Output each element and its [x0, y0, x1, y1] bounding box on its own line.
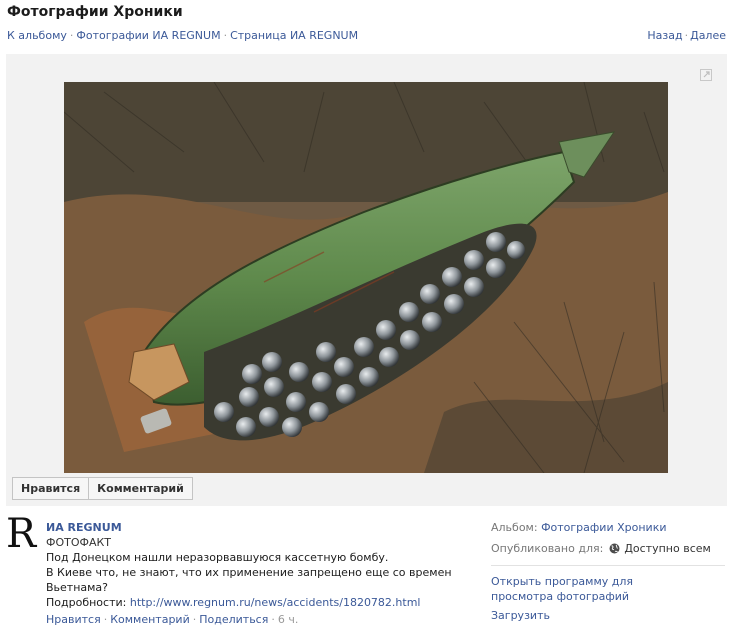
post-share-link[interactable]: Поделиться	[199, 613, 268, 626]
like-button[interactable]: Нравится	[12, 477, 90, 500]
expand-icon[interactable]	[700, 69, 712, 81]
globe-icon	[609, 543, 620, 554]
open-viewer-link[interactable]: Открыть программу для просмотра фотограф…	[491, 574, 691, 604]
action-separator: ·	[271, 613, 275, 626]
post-text-line: Под Донецком нашли неразорвавшуюся кассе…	[46, 551, 389, 564]
privacy-row: Опубликовано для: Доступно всем	[491, 541, 727, 562]
album-row: Альбом: Фотографии Хроники	[491, 520, 727, 541]
comment-button[interactable]: Комментарий	[89, 477, 193, 500]
avatar[interactable]: R	[6, 514, 38, 554]
breadcrumb-page-link[interactable]: Страница ИА REGNUM	[230, 29, 358, 42]
details-label: Подробности:	[46, 596, 127, 609]
photo-sidebar: Альбом: Фотографии Хроники Опубликовано …	[491, 520, 727, 623]
photo-pager: Назад · Далее	[647, 29, 726, 42]
post-like-link[interactable]: Нравится	[46, 613, 101, 626]
action-separator: ·	[192, 613, 197, 626]
photo-stage	[6, 54, 727, 506]
next-link[interactable]: Далее	[690, 29, 726, 42]
album-label: Альбом:	[491, 521, 538, 534]
breadcrumb-separator: ·	[223, 29, 228, 42]
privacy-value[interactable]: Доступно всем	[624, 542, 711, 555]
breadcrumb: К альбому · Фотографии ИА REGNUM · Страница …	[7, 29, 358, 42]
post-actions: Нравится · Комментарий · Поделиться · 6 ч.	[46, 612, 466, 627]
post-body: ИА REGNUM ФОТОФАКТ Под Донецком нашли не…	[46, 520, 466, 627]
breadcrumb-photos-link[interactable]: Фотографии ИА REGNUM	[76, 29, 220, 42]
action-separator: ·	[103, 613, 108, 626]
photo-image[interactable]	[64, 82, 668, 473]
pager-separator: ·	[684, 29, 689, 42]
breadcrumb-album-link[interactable]: К альбому	[7, 29, 67, 42]
back-link[interactable]: Назад	[647, 29, 682, 42]
post-tag: ФОТОФАКТ	[46, 536, 112, 549]
details-link[interactable]: http://www.regnum.ru/news/accidents/1820…	[130, 596, 421, 609]
post-timestamp[interactable]: 6 ч.	[278, 613, 299, 626]
privacy-label: Опубликовано для:	[491, 542, 604, 555]
photo-actions: Нравится Комментарий	[12, 477, 193, 500]
album-link[interactable]: Фотографии Хроники	[541, 521, 666, 534]
breadcrumb-separator: ·	[69, 29, 74, 42]
post-text-line: В Киеве что, не знают, что их применение…	[46, 566, 452, 594]
page-title: Фотографии Хроники	[7, 4, 183, 20]
download-link[interactable]: Загрузить	[491, 608, 727, 623]
post-details: Подробности: http://www.regnum.ru/news/a…	[46, 595, 466, 610]
sidebar-divider	[491, 565, 725, 566]
post-comment-link[interactable]: Комментарий	[110, 613, 190, 626]
author-link[interactable]: ИА REGNUM	[46, 520, 466, 535]
